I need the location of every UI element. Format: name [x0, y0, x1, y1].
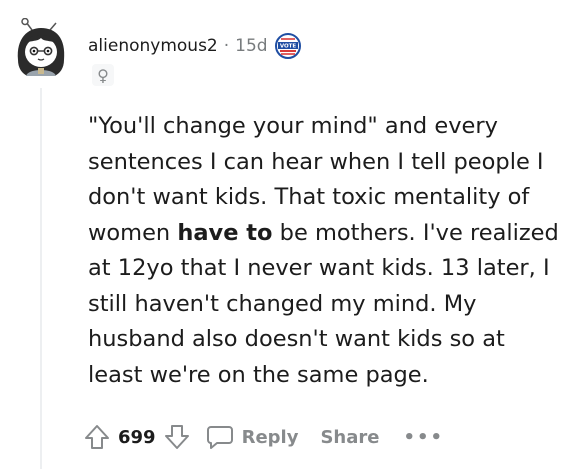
- username-link[interactable]: alienonymous2: [88, 36, 218, 56]
- comment-actions: 699 Reply Share •••: [84, 420, 444, 454]
- comment-line: women have to be mothers. I've realized: [88, 216, 568, 252]
- svg-text:VOTE: VOTE: [279, 44, 296, 50]
- comment-line: "You'll change your mind" and every: [88, 113, 498, 139]
- more-options-button[interactable]: •••: [403, 427, 444, 448]
- vote-score: 699: [118, 426, 156, 448]
- reply-button[interactable]: Reply: [206, 424, 299, 450]
- comment-line: husband also doesn't want kids so at: [88, 326, 505, 352]
- downvote-button[interactable]: [164, 424, 190, 450]
- chat-bubble-icon: [206, 426, 233, 449]
- comment-body: "You'll change your mind" and every sent…: [88, 109, 568, 393]
- user-flair: ♀: [92, 64, 114, 86]
- vote-badge-icon[interactable]: VOTE: [274, 33, 301, 59]
- comment-line: sentences I can hear when I tell people …: [88, 148, 544, 175]
- female-symbol-icon: ♀: [97, 65, 109, 85]
- comment-line: at 12yo that I never want kids. 13 later…: [88, 255, 550, 281]
- arrow-down-icon: [164, 425, 189, 449]
- comment-line: least we're on the same page.: [88, 361, 429, 388]
- share-button[interactable]: Share: [320, 427, 379, 448]
- avatar[interactable]: [10, 18, 72, 80]
- timestamp[interactable]: 15d: [235, 36, 267, 56]
- reply-label: Reply: [241, 426, 299, 448]
- meta-separator: ·: [223, 36, 230, 56]
- comment-line: don't want kids. That toxic mentality of: [88, 184, 530, 210]
- comment-bold-text: have to: [177, 219, 273, 246]
- comment-header: alienonymous2 · 15d VOTE: [88, 33, 301, 59]
- thread-line[interactable]: [40, 88, 42, 469]
- comment-line: still haven't changed my mind. My: [88, 290, 477, 317]
- arrow-up-icon: [85, 425, 109, 449]
- upvote-button[interactable]: [84, 424, 110, 450]
- comment-text: women: [88, 219, 178, 246]
- comment-text: be mothers. I've realized: [272, 219, 559, 246]
